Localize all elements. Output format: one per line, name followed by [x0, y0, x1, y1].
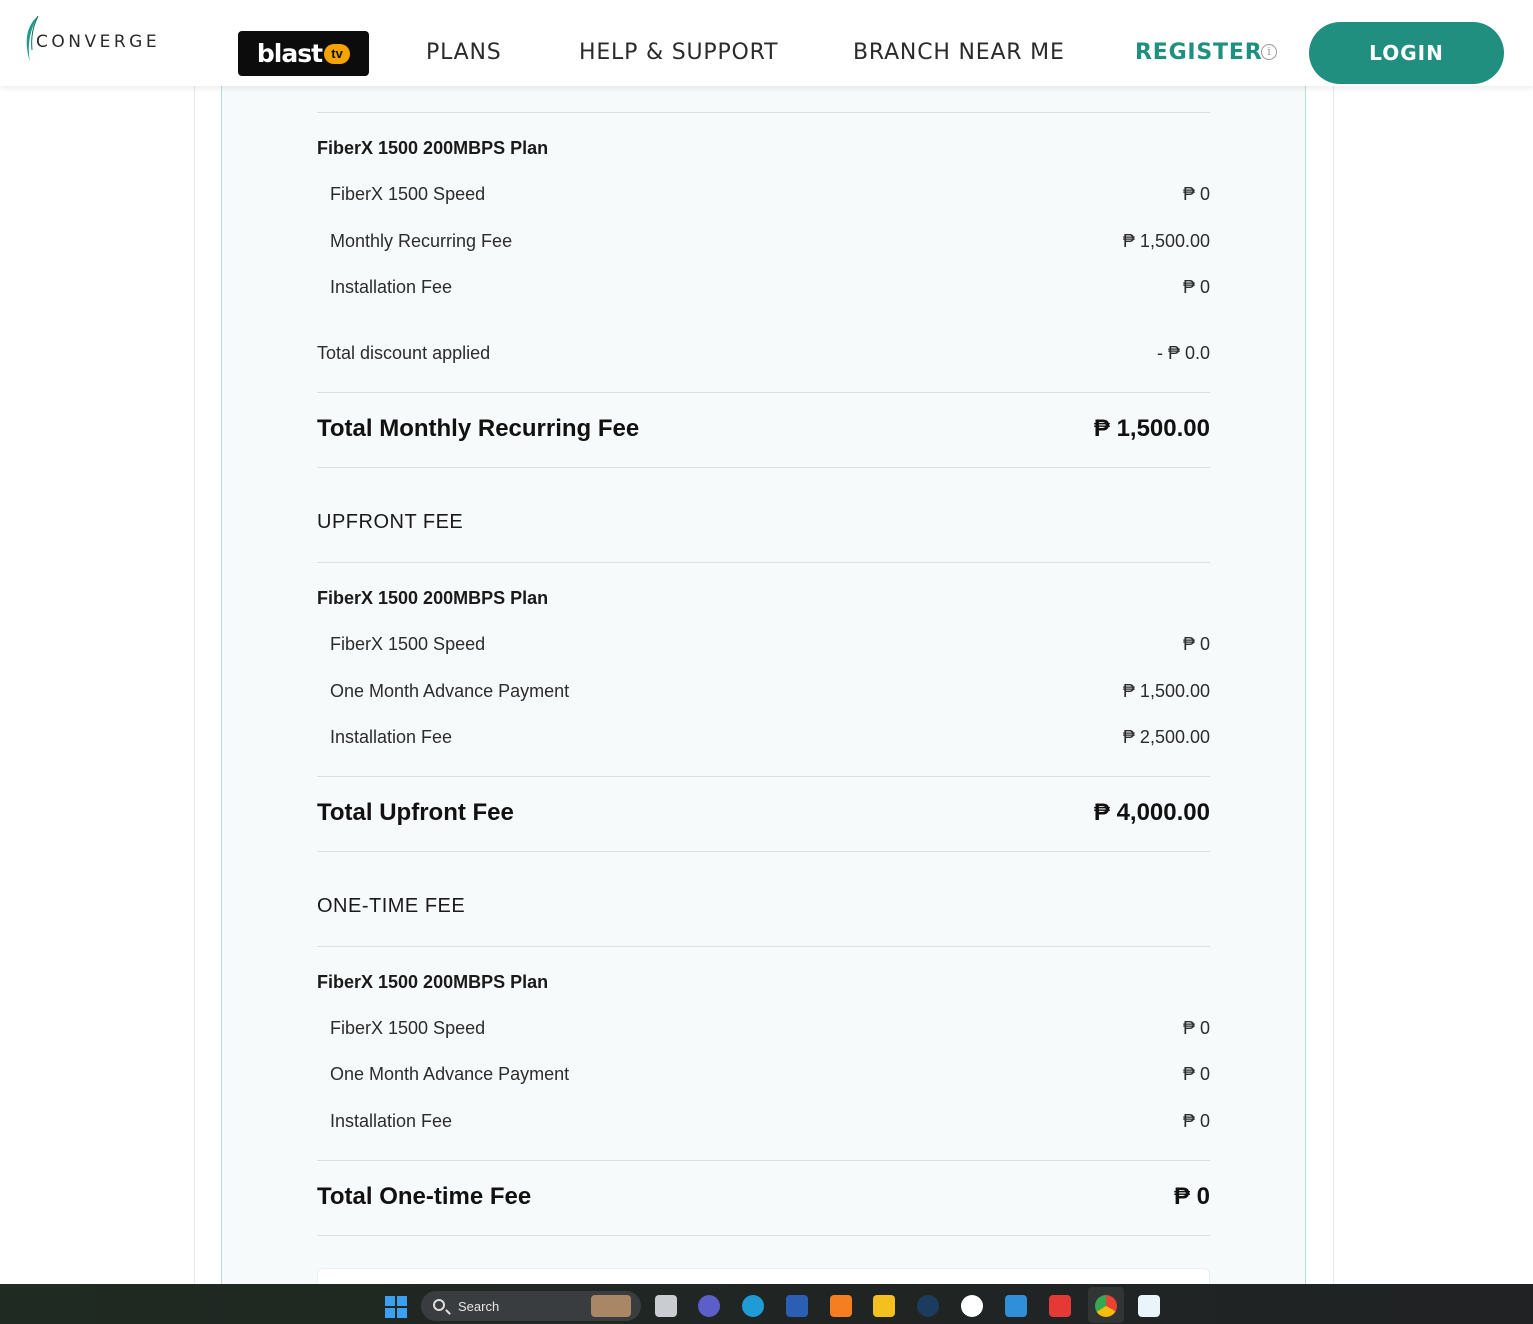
chrome-icon[interactable]	[1095, 1295, 1117, 1317]
fee-label: Monthly Recurring Fee	[330, 231, 513, 251]
notepad-icon[interactable]	[1138, 1295, 1160, 1317]
fee-line-item: FiberX 1500 Speed ₱ 0	[317, 184, 1210, 205]
windows-start-icon[interactable]	[385, 1296, 407, 1318]
task-view-icon[interactable]	[655, 1295, 677, 1317]
total-row: Total Monthly Recurring Fee ₱ 1,500.00	[317, 415, 1210, 443]
fee-line-item: FiberX 1500 Speed ₱ 0	[317, 1018, 1210, 1039]
fee-line-item: Installation Fee ₱ 0	[317, 1111, 1210, 1132]
xampp-icon[interactable]	[830, 1295, 852, 1317]
nav-register[interactable]: REGISTER	[1135, 40, 1262, 65]
fee-line-item: One Month Advance Payment ₱ 0	[317, 1064, 1210, 1085]
divider	[317, 851, 1210, 852]
nav-help-support[interactable]: HELP & SUPPORT	[579, 40, 778, 65]
fee-value: ₱ 2,500.00	[1122, 727, 1210, 747]
fee-label: Installation Fee	[330, 727, 453, 747]
app-store-icon[interactable]	[961, 1295, 983, 1317]
upfront-plan-title-row: FiberX 1500 200MBPS Plan	[317, 588, 1210, 609]
fee-value: ₱ 1,500.00	[1122, 231, 1210, 251]
total-onetime-label: Total One-time Fee	[317, 1183, 532, 1210]
login-button[interactable]: LOGIN	[1309, 22, 1504, 84]
site-header: CONVERGE blast tv PLANS HELP & SUPPORT B…	[0, 0, 1533, 86]
divider	[317, 112, 1210, 113]
divider	[317, 562, 1210, 563]
blast-tv-badge: tv	[324, 43, 351, 64]
windows-taskbar: Search	[0, 1284, 1533, 1324]
fee-line-item: One Month Advance Payment ₱ 1,500.00	[317, 681, 1210, 702]
total-upfront-value: ₱ 4,000.00	[1093, 799, 1210, 826]
fee-value: ₱ 0	[1182, 277, 1210, 297]
fee-label: FiberX 1500 Speed	[330, 1018, 486, 1038]
search-icon	[433, 1299, 445, 1311]
total-onetime-value: ₱ 0	[1173, 1183, 1210, 1210]
edge-icon[interactable]	[742, 1295, 764, 1317]
search-highlight-image	[591, 1295, 631, 1317]
info-icon[interactable]: i	[1261, 44, 1277, 60]
taskbar-search[interactable]: Search	[421, 1291, 641, 1321]
total-monthly-label: Total Monthly Recurring Fee	[317, 415, 640, 442]
meet-icon[interactable]	[698, 1295, 720, 1317]
plan-title: FiberX 1500 200MBPS Plan	[317, 588, 549, 608]
divider	[317, 467, 1210, 468]
total-upfront-label: Total Upfront Fee	[317, 799, 514, 826]
blast-word: blast	[256, 39, 323, 68]
search-placeholder: Search	[458, 1299, 500, 1314]
fee-label: Installation Fee	[330, 1111, 453, 1131]
total-row: Total Upfront Fee ₱ 4,000.00	[317, 799, 1210, 827]
plan-title: FiberX 1500 200MBPS Plan	[317, 972, 549, 992]
upfront-section-title: UPFRONT FEE	[317, 511, 464, 533]
divider	[317, 392, 1210, 393]
plan-title: FiberX 1500 200MBPS Plan	[317, 138, 549, 158]
fee-label: FiberX 1500 Speed	[330, 634, 486, 654]
logo-text: CONVERGE	[36, 32, 161, 52]
fee-label: One Month Advance Payment	[330, 1064, 570, 1084]
discount-row: Total discount applied - ₱ 0.0	[317, 343, 1210, 364]
fee-value: ₱ 0	[1182, 1111, 1210, 1131]
fee-line-item: Installation Fee ₱ 2,500.00	[317, 727, 1210, 748]
converge-logo[interactable]: CONVERGE	[22, 14, 162, 64]
fee-label: FiberX 1500 Speed	[330, 184, 486, 204]
word-icon[interactable]	[786, 1295, 808, 1317]
blast-tv-logo[interactable]: blast tv	[238, 31, 369, 76]
onetime-plan-title-row: FiberX 1500 200MBPS Plan	[317, 972, 1210, 993]
fee-label: One Month Advance Payment	[330, 681, 570, 701]
fee-line-item: FiberX 1500 Speed ₱ 0	[317, 634, 1210, 655]
fee-value: ₱ 0	[1182, 184, 1210, 204]
fee-line-item: Monthly Recurring Fee ₱ 1,500.00	[317, 231, 1210, 252]
fee-value: ₱ 0	[1182, 634, 1210, 654]
fee-value: ₱ 0	[1182, 1018, 1210, 1038]
divider	[317, 1160, 1210, 1161]
steam-icon[interactable]	[917, 1295, 939, 1317]
git-app-icon[interactable]	[1049, 1295, 1071, 1317]
total-row: Total One-time Fee ₱ 0	[317, 1183, 1210, 1211]
section-heading-row: ONE-TIME FEE	[317, 895, 1210, 918]
nav-branch-near-me[interactable]: BRANCH NEAR ME	[853, 40, 1065, 65]
fee-value: ₱ 1,500.00	[1122, 681, 1210, 701]
file-explorer-icon[interactable]	[873, 1295, 895, 1317]
discount-label: Total discount applied	[317, 343, 491, 363]
fee-label: Installation Fee	[330, 277, 453, 297]
monthly-plan-title-row: FiberX 1500 200MBPS Plan	[317, 138, 1210, 159]
fee-value: ₱ 0	[1182, 1064, 1210, 1084]
onetime-section-title: ONE-TIME FEE	[317, 895, 466, 917]
divider	[317, 776, 1210, 777]
divider	[317, 1235, 1210, 1236]
section-heading-row: UPFRONT FEE	[317, 511, 1210, 534]
divider	[317, 946, 1210, 947]
total-monthly-value: ₱ 1,500.00	[1093, 415, 1210, 442]
nav-plans[interactable]: PLANS	[426, 40, 502, 65]
discount-value: - ₱ 0.0	[1156, 343, 1210, 363]
vscode-icon[interactable]	[1005, 1295, 1027, 1317]
fee-line-item: Installation Fee ₱ 0	[317, 277, 1210, 298]
